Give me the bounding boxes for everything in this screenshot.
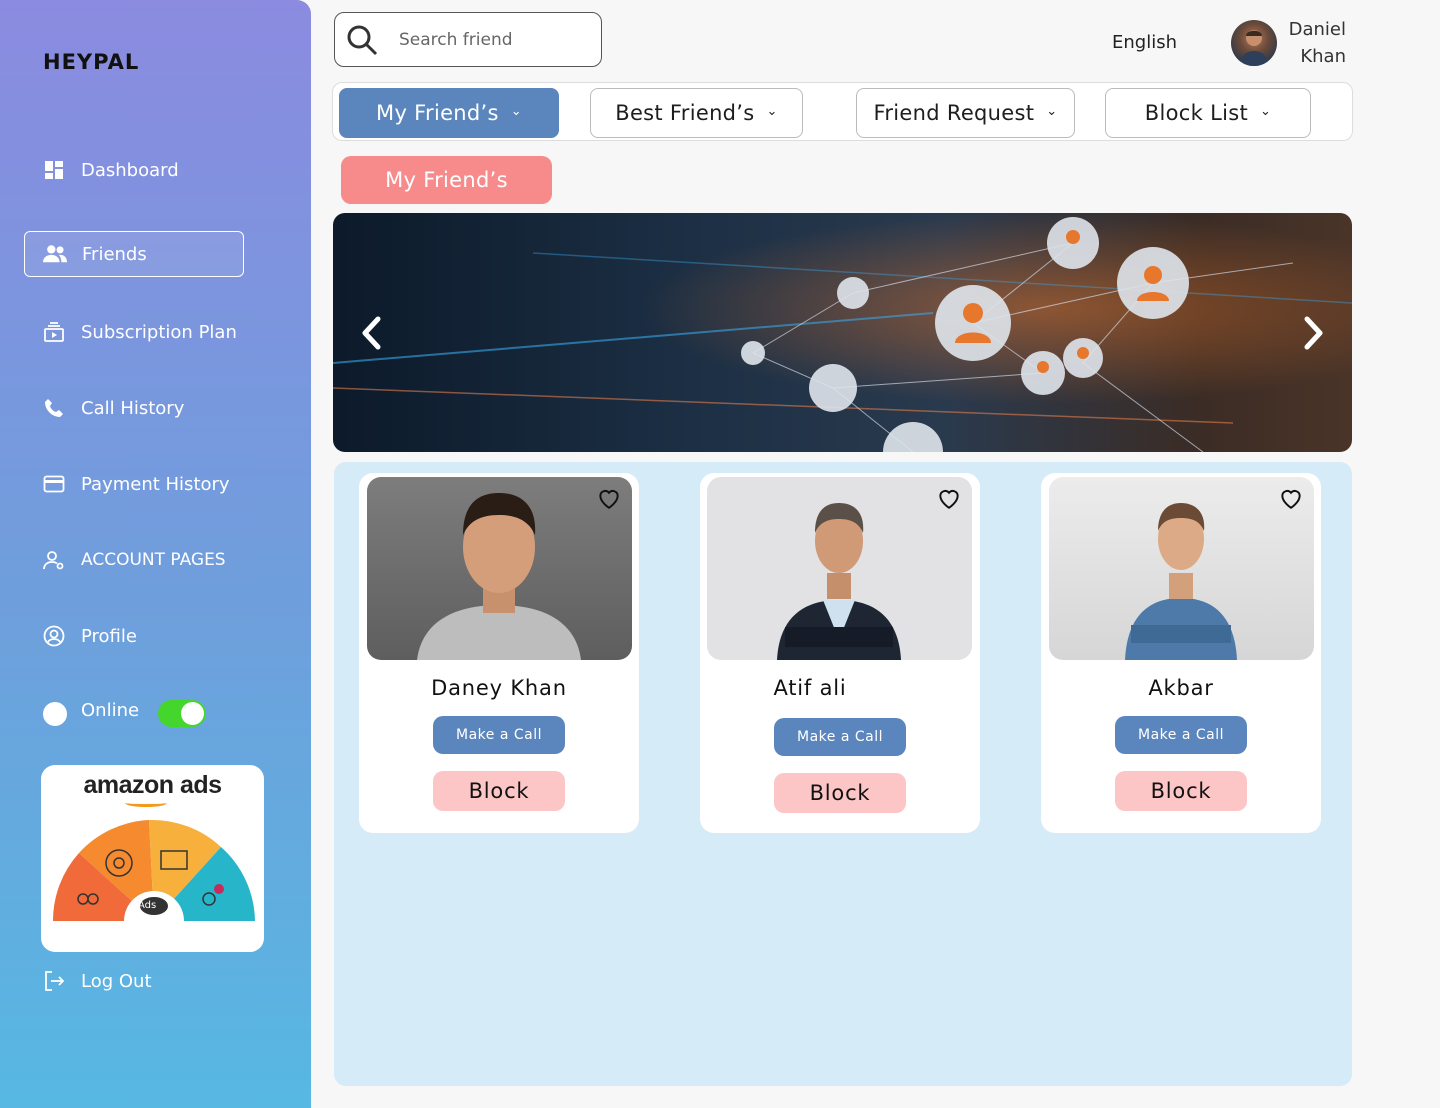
tab-best-friends[interactable]: Best Friend’s ⌄ xyxy=(590,88,803,138)
tab-my-friends[interactable]: My Friend’s ⌄ xyxy=(339,88,559,138)
chevron-down-icon: ⌄ xyxy=(1046,103,1058,119)
online-label: Online xyxy=(81,700,140,721)
carousel-prev-button[interactable] xyxy=(351,313,391,353)
chevron-down-icon: ⌄ xyxy=(1259,103,1272,119)
logout-icon xyxy=(43,970,67,992)
status-indicator xyxy=(43,702,67,726)
tab-label: Block List xyxy=(1144,101,1248,125)
friend-name: Daney Khan xyxy=(431,676,567,700)
sidebar: HEYPAL Dashboard Friends Subscription Pl… xyxy=(0,0,311,1108)
friend-photo xyxy=(1049,477,1314,660)
favorite-heart-icon[interactable] xyxy=(1278,485,1304,511)
credit-card-icon xyxy=(42,472,66,496)
sidebar-item-label: Profile xyxy=(81,625,137,647)
sidebar-item-label: Call History xyxy=(81,397,185,419)
amazon-smile-icon xyxy=(125,799,167,807)
make-call-button[interactable]: Make a Call xyxy=(774,718,906,756)
section-title-pill[interactable]: My Friend’s xyxy=(341,156,552,204)
tab-friend-request[interactable]: Friend Request ⌄ xyxy=(856,88,1075,138)
friend-name: Atif ali xyxy=(773,676,847,700)
sidebar-item-label: Payment History xyxy=(81,473,230,495)
dashboard-icon xyxy=(42,158,66,182)
brand-logo: HEYPAL xyxy=(43,50,140,74)
search-box[interactable] xyxy=(334,12,602,67)
sidebar-item-friends[interactable]: Friends xyxy=(24,231,244,277)
user-last-name: Khan xyxy=(1300,46,1346,67)
online-toggle[interactable] xyxy=(158,700,206,727)
friends-grid: Daney Khan Make a Call Block Atif ali Ma… xyxy=(334,462,1352,1086)
profile-icon xyxy=(42,624,66,648)
logout-label: Log Out xyxy=(81,970,152,992)
ads-brand-text: amazon ads xyxy=(83,771,222,799)
sidebar-item-payment-history[interactable]: Payment History xyxy=(24,461,244,507)
account-icon xyxy=(42,548,66,572)
chevron-right-icon xyxy=(1304,316,1323,350)
user-name: Daniel Khan xyxy=(1282,16,1346,70)
friend-photo xyxy=(367,477,632,660)
block-button[interactable]: Block xyxy=(433,771,565,811)
friend-card: Daney Khan Make a Call Block xyxy=(359,473,639,833)
chevron-left-icon xyxy=(362,316,381,350)
block-button[interactable]: Block xyxy=(1115,771,1247,811)
search-icon xyxy=(345,23,379,57)
amazon-ads-banner[interactable]: amazon ads Ads xyxy=(41,765,264,952)
friend-name: Akbar xyxy=(1148,676,1214,700)
tab-block-list[interactable]: Block List ⌄ xyxy=(1105,88,1311,138)
toggle-knob xyxy=(181,702,204,725)
sidebar-item-dashboard[interactable]: Dashboard xyxy=(24,147,244,193)
carousel-next-button[interactable] xyxy=(1294,313,1334,353)
logout-button[interactable]: Log Out xyxy=(43,970,152,992)
friend-card: Atif ali Make a Call Block xyxy=(700,473,980,833)
hero-carousel xyxy=(333,213,1352,452)
sidebar-item-account-pages[interactable]: ACCOUNT PAGES xyxy=(24,537,244,583)
friend-photo xyxy=(707,477,972,660)
friends-icon xyxy=(43,242,67,266)
subscription-icon xyxy=(42,320,66,344)
tab-label: Friend Request xyxy=(873,101,1035,125)
friend-card: Akbar Make a Call Block xyxy=(1041,473,1321,833)
ads-fan-graphic xyxy=(52,819,255,949)
phone-icon xyxy=(42,396,66,420)
sidebar-item-label: ACCOUNT PAGES xyxy=(81,550,226,570)
sidebar-item-label: Dashboard xyxy=(81,159,179,181)
tab-label: Best Friend’s xyxy=(615,101,755,125)
network-illustration xyxy=(333,213,1352,452)
chevron-down-icon: ⌄ xyxy=(766,103,778,119)
sidebar-item-label: Subscription Plan xyxy=(81,321,237,343)
avatar[interactable] xyxy=(1231,20,1277,66)
sidebar-item-profile[interactable]: Profile xyxy=(24,613,244,659)
search-input[interactable] xyxy=(399,29,589,50)
favorite-heart-icon[interactable] xyxy=(596,485,622,511)
tab-label: My Friend’s xyxy=(376,101,499,125)
tab-bar: My Friend’s ⌄ Best Friend’s ⌄ Friend Reque… xyxy=(332,82,1353,141)
make-call-button[interactable]: Make a Call xyxy=(1115,716,1247,754)
favorite-heart-icon[interactable] xyxy=(936,485,962,511)
ads-badge: Ads xyxy=(138,900,157,911)
sidebar-item-label: Friends xyxy=(82,243,147,265)
sidebar-item-call-history[interactable]: Call History xyxy=(24,385,244,431)
sidebar-item-subscription-plan[interactable]: Subscription Plan xyxy=(24,309,244,355)
block-button[interactable]: Block xyxy=(774,773,906,813)
make-call-button[interactable]: Make a Call xyxy=(433,716,565,754)
chevron-down-icon: ⌄ xyxy=(510,103,522,119)
language-selector[interactable]: English xyxy=(1112,32,1177,53)
user-first-name: Daniel xyxy=(1288,19,1346,40)
